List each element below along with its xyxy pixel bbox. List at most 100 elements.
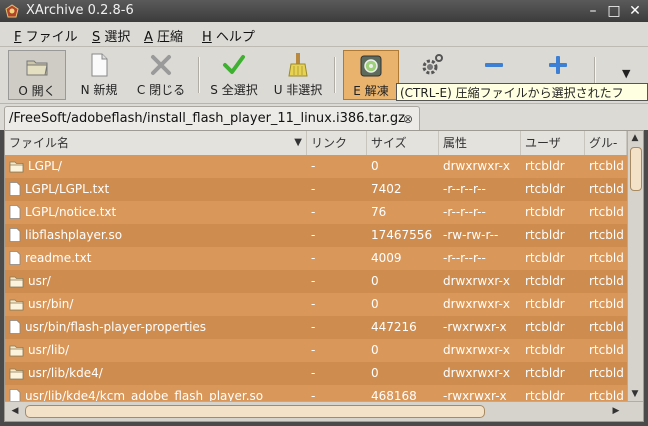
vertical-scrollbar[interactable]: ▲ ▼ [627, 131, 643, 401]
scroll-up-icon[interactable]: ▲ [628, 133, 642, 143]
cell-attributes-text: -r--r--r-- [443, 251, 486, 265]
cell-filename: LGPL/ [9, 155, 305, 178]
cell-size-text: 76 [371, 205, 387, 219]
cell-user-text: rtcbldr [525, 297, 565, 311]
cell-group: rtcbld [589, 201, 627, 224]
table-row[interactable]: usr/bin/ - 0 drwxrwxr-x rtcbldr rtcbld [5, 293, 627, 316]
scroll-down-icon[interactable]: ▼ [628, 389, 642, 399]
menu-compress[interactable]: A 圧縮 [144, 26, 183, 45]
column-size[interactable]: サイズ [367, 131, 439, 155]
cell-link: - [311, 293, 367, 316]
column-user[interactable]: ユーザ [521, 131, 585, 155]
archive-tab[interactable]: /FreeSoft/adobeflash/install_flash_playe… [4, 106, 420, 130]
table-row[interactable]: usr/ - 0 drwxrwxr-x rtcbldr rtcbld [5, 270, 627, 293]
cell-link-text: - [311, 320, 316, 334]
cell-link: - [311, 316, 367, 339]
cell-user: rtcbldr [525, 178, 587, 201]
column-link[interactable]: リンク [307, 131, 367, 155]
cell-size-text: 447216 [371, 320, 417, 334]
file-icon [9, 227, 21, 247]
file-icon [9, 319, 21, 339]
cell-user-text: rtcbldr [525, 159, 565, 173]
scroll-right-icon[interactable]: ▶ [609, 406, 623, 416]
cell-size-text: 0 [371, 274, 379, 288]
horizontal-scroll-thumb[interactable] [25, 405, 485, 418]
cell-attributes-text: drwxrwxr-x [443, 274, 510, 288]
deselect-button[interactable]: U 非選択 [268, 50, 328, 100]
cell-filename-text: usr/bin/flash-player-properties [25, 320, 207, 334]
cell-link-text: - [311, 274, 316, 288]
cell-size-text: 0 [371, 366, 379, 380]
cell-link-text: - [311, 251, 316, 265]
table-row[interactable]: LGPL/LGPL.txt - 7402 -r--r--r-- rtcbldr rtcbl… [5, 178, 627, 201]
maximize-icon[interactable]: □ [606, 3, 622, 19]
cell-user-text: rtcbldr [525, 182, 565, 196]
cell-link-text: - [311, 297, 316, 311]
cell-filename: usr/bin/ [9, 293, 305, 316]
cell-size: 7402 [371, 178, 441, 201]
table-row[interactable]: LGPL/notice.txt - 76 -r--r--r-- rtcbldr rtcbl… [5, 201, 627, 224]
cell-size: 0 [371, 293, 441, 316]
open-button[interactable]: O 開く [8, 50, 66, 100]
vertical-scroll-thumb[interactable] [630, 147, 642, 191]
file-icon [9, 204, 21, 224]
extract-button[interactable]: E 解凍 [343, 50, 399, 100]
tooltip: (CTRL-E) 圧縮ファイルから選択されたフ [396, 83, 648, 101]
scroll-left-icon[interactable]: ◀ [8, 406, 22, 416]
table-row[interactable]: LGPL/ - 0 drwxrwxr-x rtcbldr rtcbld [5, 155, 627, 178]
cell-size: 0 [371, 155, 441, 178]
column-filename[interactable]: ファイル名 ▼ [5, 131, 307, 155]
cell-filename-text: usr/lib/kde4/ [28, 366, 103, 380]
cell-filename-text: usr/lib/ [28, 343, 70, 357]
close-button[interactable]: C 閉じる [130, 50, 192, 100]
cell-attributes-text: drwxrwxr-x [443, 343, 510, 357]
cell-attributes: -rwxrwxr-x [443, 316, 523, 339]
cell-user: rtcbldr [525, 201, 587, 224]
column-group[interactable]: グル- [585, 131, 627, 155]
cell-filename: usr/lib/kde4/ [9, 362, 305, 385]
menu-file[interactable]: F ファイル [14, 26, 78, 45]
gear-icon [422, 54, 443, 75]
table-row[interactable]: usr/lib/kde4/ - 0 drwxrwxr-x rtcbldr rtcbld [5, 362, 627, 385]
minus-icon [485, 63, 503, 67]
cell-attributes-text: drwxrwxr-x [443, 366, 510, 380]
cell-size-text: 7402 [371, 182, 402, 196]
folder-icon [9, 342, 24, 362]
horizontal-scrollbar[interactable]: ◀ ▶ [5, 401, 643, 421]
cell-user: rtcbldr [525, 339, 587, 362]
cell-group-text: rtcbld [589, 251, 624, 265]
cell-user-text: rtcbldr [525, 343, 565, 357]
cell-attributes: drwxrwxr-x [443, 155, 523, 178]
cell-filename: usr/ [9, 270, 305, 293]
minimize-icon[interactable]: – [585, 3, 601, 19]
table-row[interactable]: usr/bin/flash-player-properties - 447216 -r… [5, 316, 627, 339]
new-button[interactable]: N 新規 [72, 50, 126, 100]
window-title: XArchive 0.2.8-6 [26, 3, 134, 18]
tab-close-icon[interactable]: ⊗ [403, 112, 413, 126]
cell-group-text: rtcbld [589, 228, 624, 242]
cell-group: rtcbld [589, 178, 627, 201]
menu-help[interactable]: H ヘルプ [202, 26, 255, 45]
cell-group: rtcbld [589, 224, 627, 247]
cell-size: 447216 [371, 316, 441, 339]
cell-link-text: - [311, 343, 316, 357]
cell-filename-text: usr/lib/kde4/kcm_adobe_flash_player.so [25, 389, 264, 401]
menu-select[interactable]: S 選択 [92, 26, 130, 45]
cell-user: rtcbldr [525, 385, 587, 401]
select-all-button[interactable]: S 全選択 [204, 50, 264, 100]
table-row[interactable]: readme.txt - 4009 -r--r--r-- rtcbldr rtcbld [5, 247, 627, 270]
toolbar-overflow-icon[interactable]: ▼ [622, 67, 630, 80]
table-row[interactable]: usr/lib/ - 0 drwxrwxr-x rtcbldr rtcbld [5, 339, 627, 362]
cell-group: rtcbld [589, 316, 627, 339]
tab-bar: /FreeSoft/adobeflash/install_flash_playe… [0, 104, 648, 130]
cell-filename: LGPL/notice.txt [9, 201, 305, 224]
column-attributes[interactable]: 属性 [439, 131, 521, 155]
cell-user: rtcbldr [525, 362, 587, 385]
table-row[interactable]: usr/lib/kde4/kcm_adobe_flash_player.so - 4… [5, 385, 627, 401]
cell-link-text: - [311, 205, 316, 219]
cell-attributes-text: -r--r--r-- [443, 205, 486, 219]
cell-attributes-text: -r--r--r-- [443, 182, 486, 196]
cell-group-text: rtcbld [589, 366, 624, 380]
close-window-icon[interactable]: ✕ [627, 3, 643, 19]
table-row[interactable]: libflashplayer.so - 17467556 -rw-rw-r-- rtcb… [5, 224, 627, 247]
